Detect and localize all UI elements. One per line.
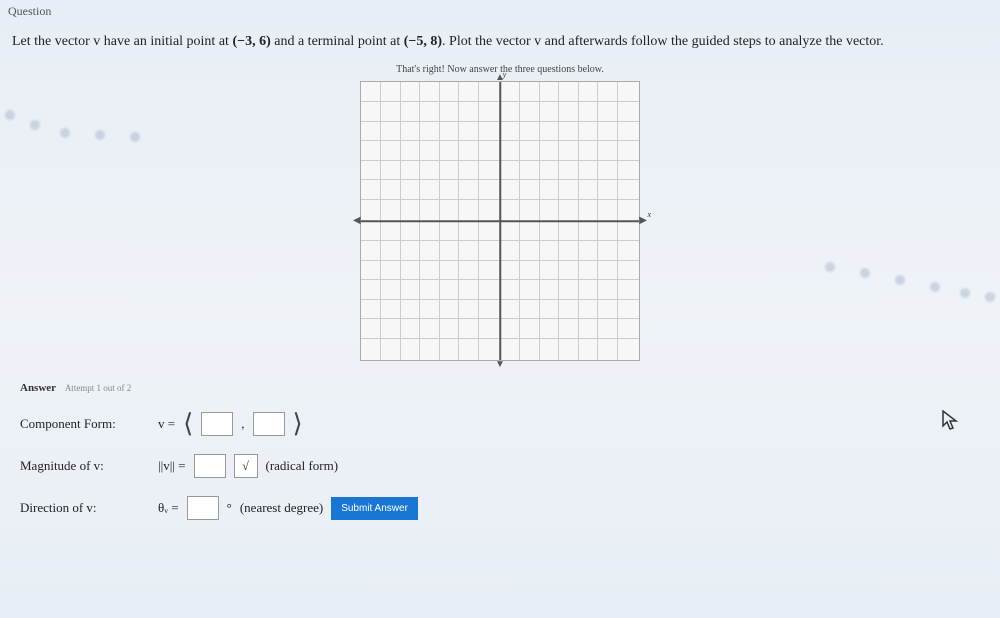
question-label: Question [8, 4, 51, 18]
submit-answer-button[interactable]: Submit Answer [331, 497, 418, 520]
direction-input[interactable] [187, 496, 219, 520]
problem-point-2: (−5, 8) [404, 34, 442, 49]
problem-statement: Let the vector v have an initial point a… [0, 23, 1000, 64]
magnitude-input[interactable] [194, 454, 226, 478]
component-sep: , [241, 416, 244, 432]
component-y-input[interactable] [253, 412, 285, 436]
direction-hint: (nearest degree) [240, 500, 323, 516]
graph-container: ▶ ◀ ▲ ▼ x y [0, 81, 1000, 366]
problem-text-2: and a terminal point at [271, 34, 404, 49]
arrow-left-icon: ◀ [353, 215, 361, 226]
magnitude-label: Magnitude of v: [20, 458, 150, 474]
magnitude-hint: (radical form) [266, 458, 339, 474]
y-axis [499, 82, 501, 360]
magnitude-row: Magnitude of v: ||v|| = √ (radical form) [20, 454, 980, 478]
answer-label: Answer [20, 382, 56, 394]
answer-heading: Answer Attempt 1 out of 2 [20, 382, 980, 394]
degree-symbol: ° [227, 500, 232, 516]
answer-section: Answer Attempt 1 out of 2 Component Form… [0, 366, 1000, 548]
coordinate-plane[interactable]: ▶ ◀ ▲ ▼ x y [360, 81, 640, 361]
direction-row: Direction of v: θᵥ = ° (nearest degree) … [20, 496, 980, 520]
y-axis-label: y [503, 70, 507, 79]
component-prefix: v = [158, 416, 175, 432]
attempt-text: Attempt 1 out of 2 [65, 383, 132, 393]
direction-prefix: θᵥ = [158, 500, 179, 516]
page-header: Question [0, 0, 1000, 23]
component-form-row: Component Form: v = ⟨ , ⟩ [20, 412, 980, 436]
radical-icon: √ [242, 459, 249, 474]
x-axis-label: x [647, 210, 651, 219]
problem-text-3: . Plot the vector v and afterwards follo… [442, 34, 884, 49]
arrow-right-icon: ▶ [639, 215, 647, 226]
arrow-down-icon: ▼ [495, 359, 505, 370]
direction-label: Direction of v: [20, 500, 150, 516]
component-x-input[interactable] [201, 412, 233, 436]
cursor-icon [942, 410, 960, 438]
radical-button[interactable]: √ [234, 454, 258, 478]
component-label: Component Form: [20, 416, 150, 432]
magnitude-prefix: ||v|| = [158, 458, 186, 474]
problem-text-1: Let the vector v have an initial point a… [12, 34, 232, 49]
problem-point-1: (−3, 6) [232, 34, 270, 49]
